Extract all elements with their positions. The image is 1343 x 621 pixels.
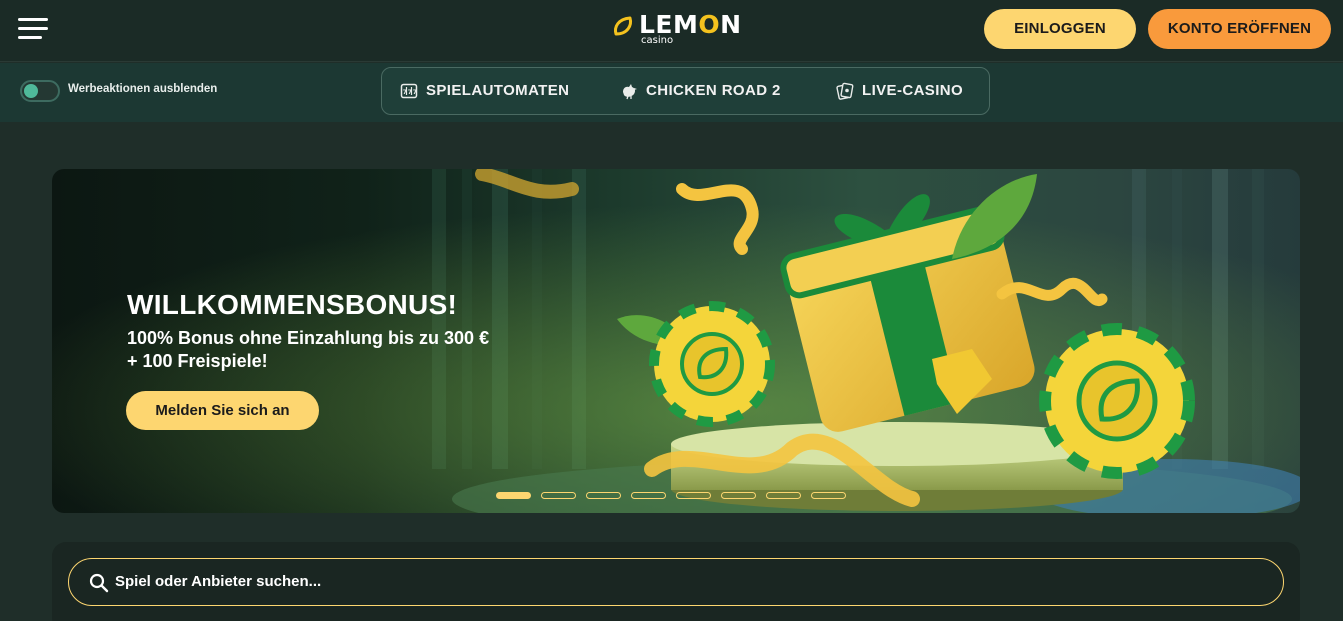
cards-icon: [836, 82, 854, 100]
carousel-dot[interactable]: [811, 492, 846, 499]
carousel-dot[interactable]: [496, 492, 531, 499]
search-icon: [89, 573, 109, 593]
search-placeholder: Spiel oder Anbieter suchen...: [115, 573, 322, 590]
banner-title: WILLKOMMENSBONUS!: [127, 289, 458, 320]
svg-text:7: 7: [413, 89, 418, 96]
banner-subtitle: 100% Bonus ohne Einzahlung bis zu 300 € +…: [127, 328, 490, 371]
carousel-dots: [496, 492, 856, 500]
welcome-bonus-banner[interactable]: WILLKOMMENSBONUS! 100% Bonus ohne Einzah…: [52, 169, 1300, 513]
register-button[interactable]: KONTO ERÖFFNEN: [1148, 9, 1331, 49]
svg-text:7: 7: [403, 89, 408, 96]
nav-item-label: CHICKEN ROAD 2: [646, 82, 781, 99]
top-header: LEMON casino EINLOGGEN KONTO ERÖFFNEN: [0, 0, 1343, 62]
game-category-nav: 7 7 7 SPIELAUTOMATEN CHICKEN ROAD 2 LIVE…: [381, 67, 990, 115]
carousel-dot[interactable]: [721, 492, 756, 499]
category-nav-bar: Werbeaktionen ausblenden 7 7 7 SPIELAUTO…: [0, 63, 1343, 122]
signup-button[interactable]: Melden Sie sich an: [126, 391, 319, 430]
hide-promotions-label: Werbeaktionen ausblenden: [68, 83, 218, 95]
nav-item-live-casino[interactable]: LIVE-CASINO: [836, 68, 986, 114]
game-search-panel: Spiel oder Anbieter suchen...: [52, 542, 1300, 621]
hide-promotions-toggle[interactable]: [20, 80, 60, 102]
nav-item-slots[interactable]: 7 7 7 SPIELAUTOMATEN: [400, 68, 600, 114]
search-input[interactable]: Spiel oder Anbieter suchen...: [68, 558, 1284, 606]
carousel-dot[interactable]: [541, 492, 576, 499]
carousel-dot[interactable]: [631, 492, 666, 499]
svg-text:7: 7: [408, 89, 413, 96]
nav-item-chicken-road[interactable]: CHICKEN ROAD 2: [620, 68, 810, 114]
slot-machine-icon: 7 7 7: [400, 83, 418, 99]
carousel-dot[interactable]: [676, 492, 711, 499]
nav-item-label: LIVE-CASINO: [862, 82, 964, 99]
logo-subtitle: casino: [641, 35, 674, 46]
lemon-leaf-icon: [614, 16, 632, 36]
carousel-dot[interactable]: [766, 492, 801, 499]
menu-icon[interactable]: [18, 16, 52, 42]
carousel-dot[interactable]: [586, 492, 621, 499]
toggle-knob: [24, 84, 38, 98]
login-button[interactable]: EINLOGGEN: [984, 9, 1136, 49]
chicken-icon: [623, 84, 637, 100]
logo[interactable]: LEMON casino: [612, 10, 742, 50]
nav-item-label: SPIELAUTOMATEN: [426, 82, 570, 99]
